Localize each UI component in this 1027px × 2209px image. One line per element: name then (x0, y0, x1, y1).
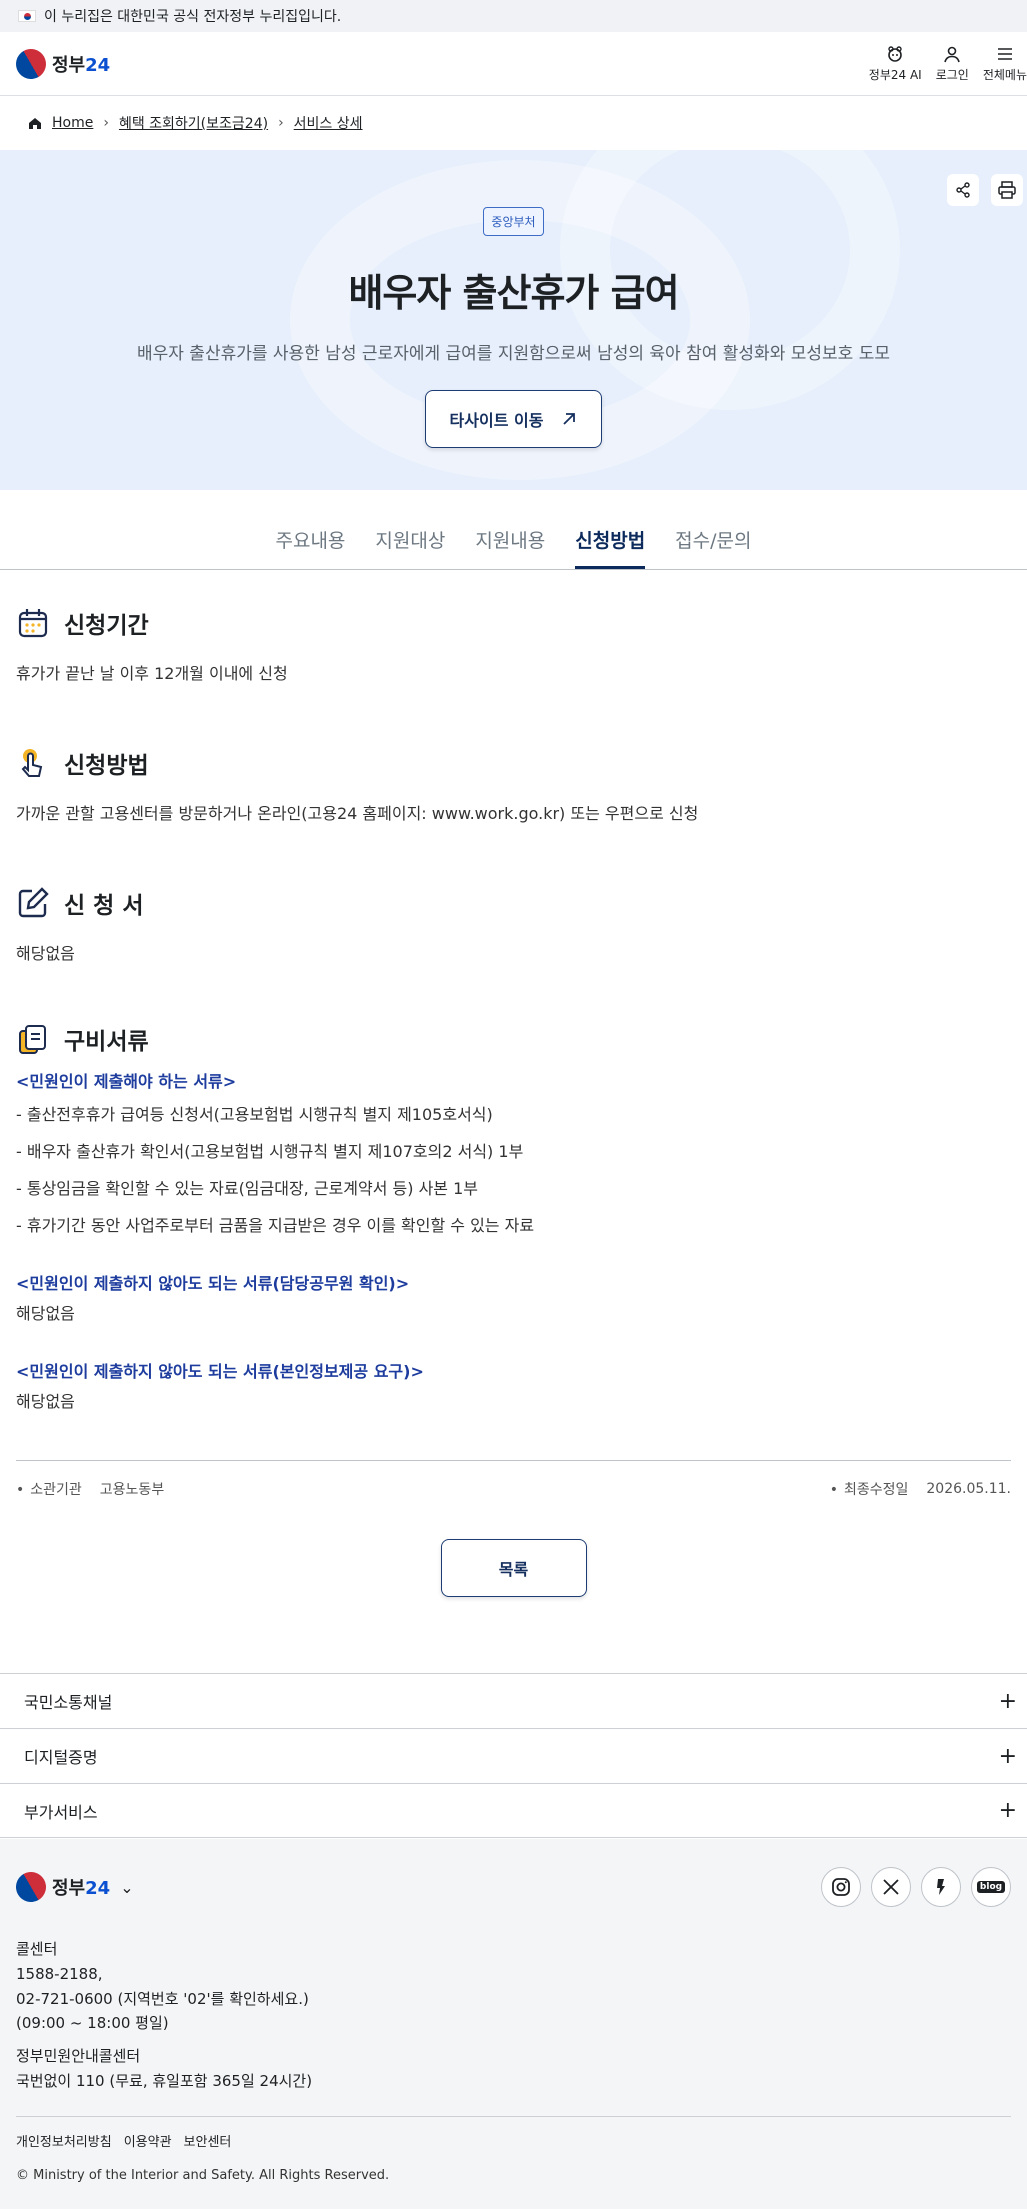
external-arrow-icon (563, 413, 576, 425)
call-center-title: 콜센터 (16, 1940, 58, 1958)
required-docs-list: - 출산전후휴가 급여등 신청서(고용보험법 시행규칙 별지 제105호서식) … (16, 1103, 1011, 1238)
back-to-list-button[interactable]: 목록 (440, 1539, 587, 1597)
logo-text: 정부24 (52, 1878, 111, 1899)
accordion-digital-certificate[interactable]: 디지털증명 + (0, 1728, 1027, 1783)
plus-icon: + (998, 1688, 1017, 1714)
list-item: - 휴가기간 동안 사업주로부터 금품을 지급받은 경우 이를 확인할 수 있는… (16, 1216, 535, 1235)
x-logo-icon (883, 1879, 899, 1895)
list-item: - 배우자 출산휴가 확인서(고용보험법 시행규칙 별지 제107호의2 서식)… (16, 1142, 524, 1161)
kakao-story-icon (937, 1879, 945, 1895)
site-header: 정부24 정부24 AI 로그인 전체메뉴 (0, 32, 1027, 96)
accordion-additional-services[interactable]: 부가서비스 + (0, 1783, 1027, 1838)
period-section: 신청기간 휴가가 끝난 날 이후 12개월 이내에 신청 (16, 606, 1011, 686)
korea-flag-icon (18, 10, 36, 22)
print-button[interactable] (991, 174, 1023, 206)
form-title: 신 청 서 (64, 893, 144, 919)
chevron-down-icon: ⌄ (120, 1877, 134, 1897)
updated-label: 최종수정일 (830, 1479, 908, 1499)
instagram-button[interactable] (821, 1867, 861, 1907)
footer-logo[interactable]: 정부24 ⌄ (10, 1866, 134, 1908)
method-section: 신청방법 가까운 관할 고용센터를 방문하거나 온라인(고용24 홈페이지: w… (16, 746, 1011, 826)
service-meta: 소관기관 고용노동부 최종수정일 2026.05.11. (16, 1460, 1011, 1499)
login-button[interactable]: 로그인 (936, 44, 969, 83)
calendar-icon (18, 609, 48, 638)
detail-tabs: 주요내용 지원대상 지원내용 신청방법 접수/문의 (0, 490, 1027, 570)
page-title: 배우자 출산휴가 급여 (348, 271, 679, 315)
updated-value: 2026.05.11. (926, 1481, 1011, 1497)
ai-button[interactable]: 정부24 AI (869, 44, 922, 83)
tab-contact[interactable]: 접수/문의 (675, 526, 751, 569)
plus-icon: + (998, 1743, 1017, 1769)
period-title: 신청기간 (64, 613, 149, 639)
gov-emblem-icon (10, 1866, 52, 1908)
copyright-text: © Ministry of the Interior and Safety. A… (16, 2167, 390, 2183)
tab-support-content[interactable]: 지원내용 (475, 526, 545, 569)
method-title: 신청방법 (64, 753, 149, 779)
agency-label: 소관기관 (16, 1479, 82, 1499)
share-button[interactable] (947, 174, 979, 206)
documents-title: 구비서류 (64, 1029, 149, 1055)
all-menu-button[interactable]: 전체메뉴 (983, 44, 1027, 83)
sns-links: blog (821, 1867, 1011, 1907)
tab-eligibility[interactable]: 지원대상 (375, 526, 445, 569)
call-center-info: 콜센터 1588-2188, 02-721-0600 (지역번호 '02'를 확… (16, 1937, 1011, 2094)
tab-application-method[interactable]: 신청방법 (575, 526, 646, 569)
logo-text: 정부24 (52, 54, 111, 76)
breadcrumb-service-detail[interactable]: 서비스 상세 (294, 113, 363, 133)
documents-icon (19, 1025, 46, 1054)
blog-icon: blog (976, 1881, 1006, 1893)
consent-docs-text: 해당없음 (16, 1392, 75, 1411)
method-text: 가까운 관할 고용센터를 방문하거나 온라인(고용24 홈페이지: www.wo… (16, 804, 699, 823)
external-site-button[interactable]: 타사이트 이동 (424, 390, 603, 448)
footer-accordions: 국민소통채널 + 디지털증명 + 부가서비스 + (0, 1673, 1027, 1838)
official-check-docs-text: 해당없음 (16, 1304, 75, 1323)
chevron-right-icon: › (103, 115, 109, 131)
list-item: - 통상임금을 확인할 수 있는 자료(임금대장, 근로계약서 등) 사본 1부 (16, 1179, 479, 1198)
official-check-docs-title: <민원인이 제출하지 않아도 되는 서류(담당공무원 확인)> (16, 1274, 410, 1293)
detail-content: 신청기간 휴가가 끝난 날 이후 12개월 이내에 신청 신청방법 가까운 관할… (0, 606, 1027, 1597)
chevron-right-icon: › (278, 115, 284, 131)
accordion-communication-channels[interactable]: 국민소통채널 + (0, 1673, 1027, 1728)
plus-icon: + (998, 1798, 1017, 1823)
hamburger-menu-icon (997, 48, 1012, 60)
terms-link[interactable]: 이용약관 (124, 2131, 172, 2150)
agency-type-badge: 중앙부처 (483, 207, 544, 236)
ai-bot-icon (888, 46, 903, 62)
form-section: 신 청 서 해당없음 (16, 886, 1011, 966)
site-footer: 정부24 ⌄ blog 콜센터 1588-2188, 02-721-0600 (… (0, 1839, 1027, 2209)
edit-form-icon (18, 887, 49, 918)
official-notice-text: 이 누리집은 대한민국 공식 전자정부 누리집입니다. (44, 9, 342, 25)
print-icon (998, 181, 1016, 199)
service-description: 배우자 출산휴가를 사용한 남성 근로자에게 급여를 지원함으로써 남성의 육아… (136, 344, 890, 364)
tab-main-content[interactable]: 주요내용 (275, 526, 345, 569)
breadcrumb-home[interactable]: Home (52, 115, 93, 131)
service-hero: 중앙부처 배우자 출산휴가 급여 배우자 출산휴가를 사용한 남성 근로자에게 … (0, 150, 1027, 490)
hand-pointer-icon (21, 749, 43, 777)
instagram-icon (832, 1878, 850, 1896)
civil-center-title: 정부민원안내콜센터 (16, 2047, 141, 2065)
footer-links: 개인정보처리방침 이용약관 보안센터 (16, 2115, 1011, 2150)
privacy-policy-link[interactable]: 개인정보처리방침 (16, 2131, 112, 2150)
blog-button[interactable]: blog (971, 1867, 1011, 1907)
x-button[interactable] (871, 1867, 911, 1907)
site-logo[interactable]: 정부24 (10, 43, 111, 84)
required-docs-title: <민원인이 제출해야 하는 서류> (16, 1072, 237, 1091)
kakao-story-button[interactable] (921, 1867, 961, 1907)
share-icon (956, 182, 970, 198)
official-notice-bar: 이 누리집은 대한민국 공식 전자정부 누리집입니다. (0, 0, 1027, 32)
consent-docs-title: <민원인이 제출하지 않아도 되는 서류(본인정보제공 요구)> (16, 1362, 424, 1381)
home-icon (29, 118, 41, 129)
breadcrumb: Home › 혜택 조회하기(보조금24) › 서비스 상세 (0, 96, 1027, 150)
gov-emblem-icon (10, 43, 52, 84)
documents-section: 구비서류 <민원인이 제출해야 하는 서류> - 출산전후휴가 급여등 신청서(… (16, 1022, 1011, 1414)
breadcrumb-benefits[interactable]: 혜택 조회하기(보조금24) (119, 113, 268, 133)
user-icon (944, 46, 961, 63)
period-text: 휴가가 끝난 날 이후 12개월 이내에 신청 (16, 664, 288, 683)
list-item: - 출산전후휴가 급여등 신청서(고용보험법 시행규칙 별지 제105호서식) (16, 1105, 493, 1124)
security-center-link[interactable]: 보안센터 (184, 2131, 232, 2150)
form-text: 해당없음 (16, 944, 75, 963)
agency-value: 고용노동부 (99, 1482, 165, 1498)
